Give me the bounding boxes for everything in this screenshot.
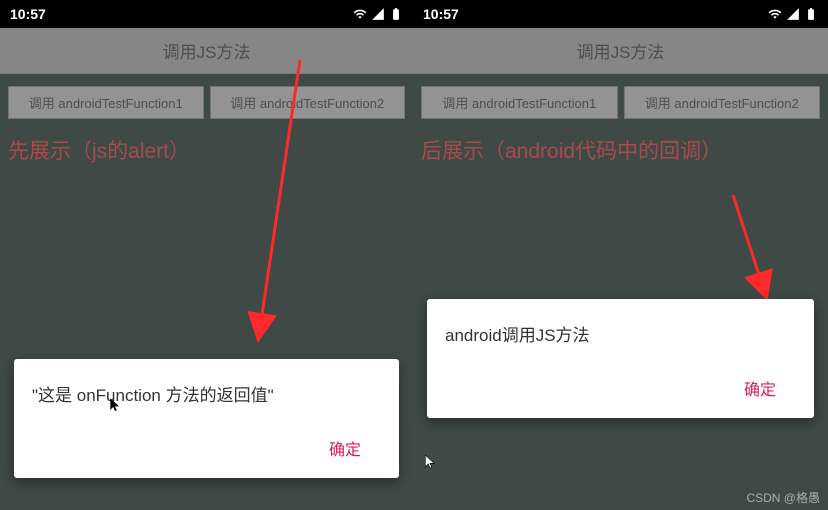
phone-screen-left: 10:57 调用JS方法 调用 androidTestFunction1 调用 …: [0, 0, 413, 510]
status-bar: 10:57: [0, 0, 413, 28]
watermark: CSDN @格愚: [746, 489, 820, 506]
status-icons: [768, 7, 818, 21]
status-icons: [353, 7, 403, 21]
dialog-confirm-button[interactable]: 确定: [309, 428, 381, 468]
dialog-confirm-button[interactable]: 确定: [724, 368, 796, 408]
modal-overlay: [413, 28, 828, 510]
phone-screen-right: 10:57 调用JS方法 调用 androidTestFunction1 调用 …: [413, 0, 828, 510]
dialog-message: android调用JS方法: [445, 321, 796, 346]
status-bar: 10:57: [413, 0, 828, 28]
status-time: 10:57: [10, 6, 46, 22]
dialog-message: "这是 onFunction 方法的返回值": [32, 381, 381, 406]
dialog-actions: 确定: [32, 428, 381, 468]
dialog-actions: 确定: [445, 368, 796, 408]
status-time: 10:57: [423, 6, 459, 22]
alert-dialog: android调用JS方法 确定: [427, 299, 814, 418]
battery-icon: [389, 7, 403, 21]
wifi-icon: [768, 7, 782, 21]
signal-icon: [786, 7, 800, 21]
alert-dialog: "这是 onFunction 方法的返回值" 确定: [14, 359, 399, 478]
wifi-icon: [353, 7, 367, 21]
signal-icon: [371, 7, 385, 21]
battery-icon: [804, 7, 818, 21]
